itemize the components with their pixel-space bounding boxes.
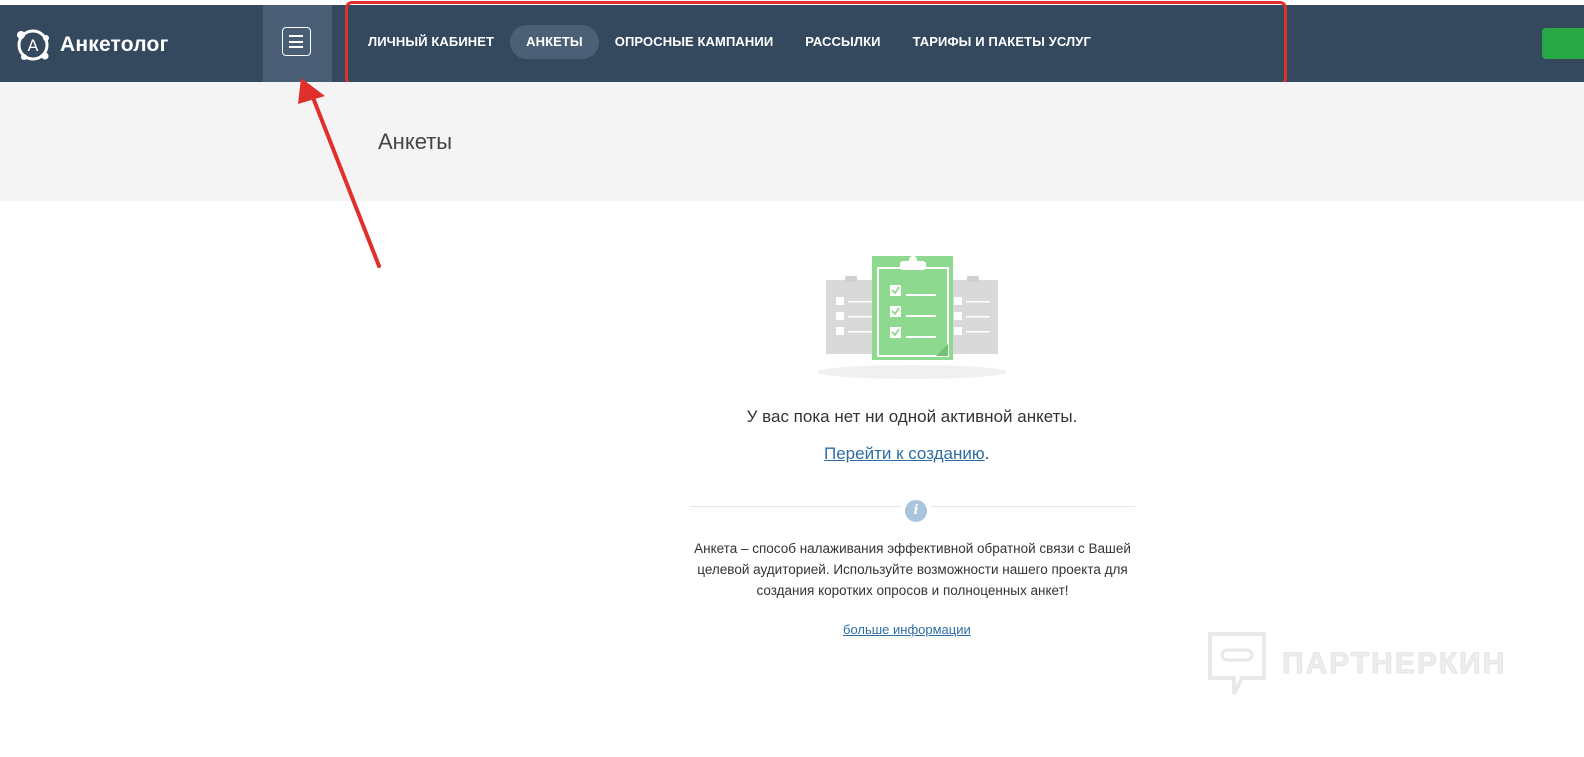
brand-name: Анкетолог [60,33,169,56]
hamburger-menu-icon [289,35,303,37]
empty-state-message: У вас пока нет ни одной активной анкеты. [746,407,1078,426]
top-navigation-bar: A Анкетолог ЛИЧНЫЙ КАБИНЕТ АНКЕТЫ ОПРОСН… [0,5,1584,82]
action-button-green[interactable] [1542,28,1584,59]
page-title: Анкеты [378,129,453,154]
logo-icon: A [17,29,49,61]
survey-description: Анкета – способ налаживания эффективной … [694,541,1131,598]
hamburger-menu-button[interactable] [282,27,311,56]
nav-item-mailings[interactable]: РАССЫЛКИ [789,25,896,59]
watermark-chat-icon [1208,632,1266,695]
page-header: Анкеты [0,82,1584,201]
watermark-text: ПАРТНЕРКИН [1281,647,1507,681]
brand-logo[interactable]: A Анкетолог [14,26,169,64]
create-survey-link[interactable]: Перейти к созданию [824,444,985,463]
nav-item-survey-campaigns[interactable]: ОПРОСНЫЕ КАМПАНИИ [599,25,790,59]
create-suffix: . [984,444,990,463]
more-info-link[interactable]: больше информации [843,622,971,637]
create-survey-line: Перейти к созданию. [824,444,989,464]
svg-text:A: A [28,36,39,55]
nav-item-surveys[interactable]: АНКЕТЫ [510,25,599,59]
info-icon: i [901,496,931,526]
main-nav: ЛИЧНЫЙ КАБИНЕТ АНКЕТЫ ОПРОСНЫЕ КАМПАНИИ … [352,25,1107,59]
watermark: ПАРТНЕРКИН [1206,630,1506,698]
nav-item-personal-account[interactable]: ЛИЧНЫЙ КАБИНЕТ [352,25,510,59]
menu-toggle-area [263,5,332,82]
nav-item-tariffs[interactable]: ТАРИФЫ И ПАКЕТЫ УСЛУГ [897,25,1107,59]
clipboard-checklist-icon [817,256,1007,379]
